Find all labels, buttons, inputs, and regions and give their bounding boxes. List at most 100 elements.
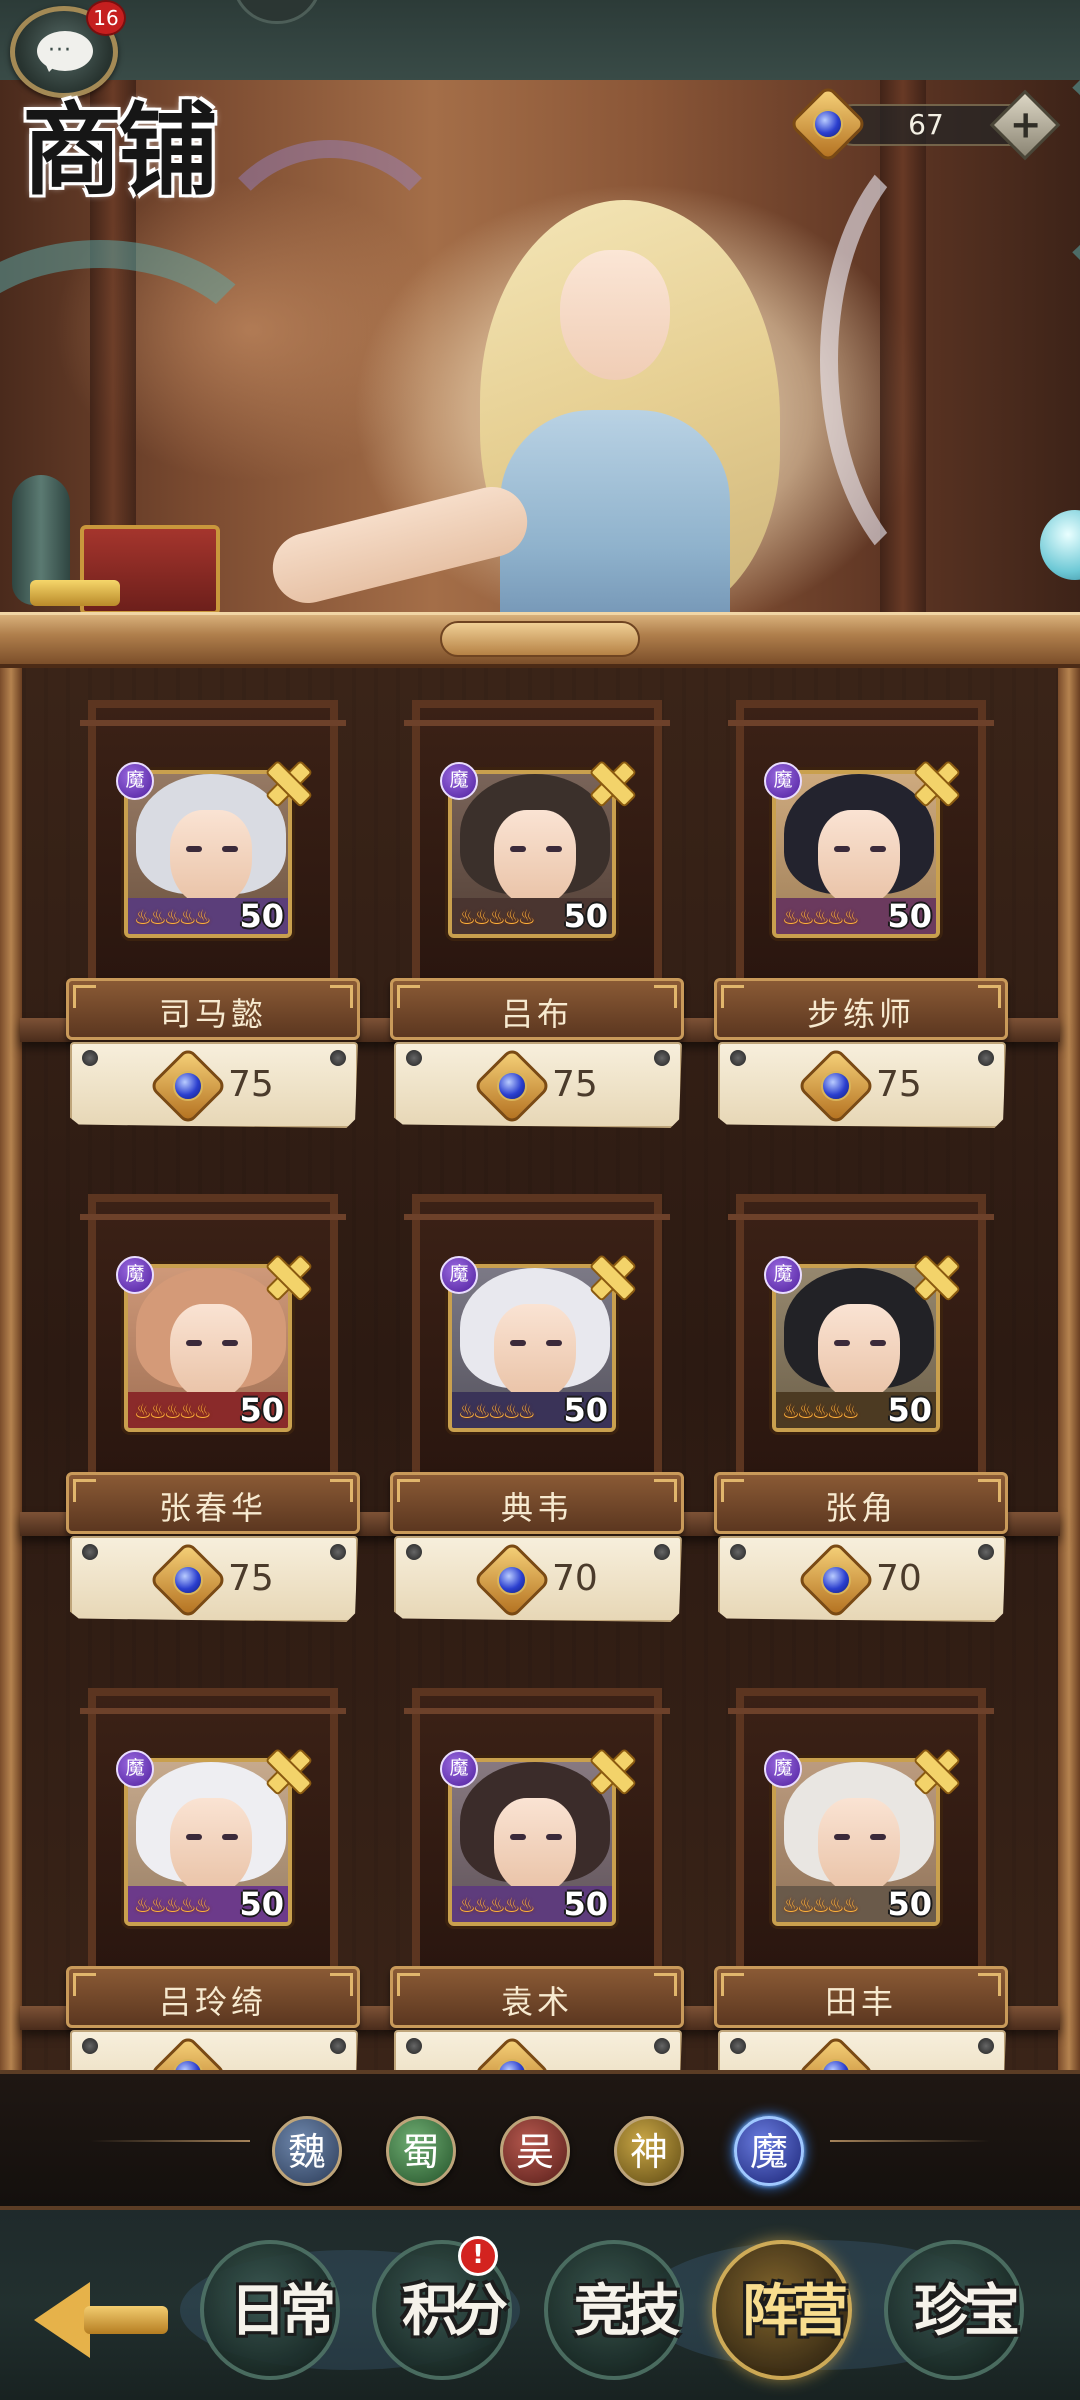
filter-divider [90, 2140, 250, 2142]
nav-tab-treasure[interactable]: 珍宝 [884, 2240, 1034, 2390]
page-title: 商铺 [22, 91, 218, 209]
portrait-eye [510, 1340, 526, 1346]
shop-item-card[interactable]: ♨♨♨♨♨ 50 魔 吕玲绮 [66, 1688, 366, 2080]
star-rating-icons: ♨♨♨♨♨ [782, 905, 860, 929]
portrait-eye [222, 1834, 238, 1840]
price-tag[interactable]: 75 [70, 1042, 358, 1128]
pin-icon [82, 1050, 98, 1066]
star-rating-icons: ♨♨♨♨♨ [134, 1399, 212, 1423]
pin-icon [654, 1544, 670, 1560]
board-header-rail [0, 612, 1080, 668]
hero-level: 50 [563, 897, 608, 935]
blue-gem-icon [788, 84, 868, 164]
shop-item-card[interactable]: ♨♨♨♨♨ 50 魔 司马懿 75 [66, 700, 366, 1130]
faction-filter-mo[interactable]: 魔 [734, 2116, 804, 2186]
shop-item-card[interactable]: ♨♨♨♨♨ 50 魔 典韦 70 [390, 1194, 690, 1624]
portrait-face [818, 1304, 900, 1400]
portrait-eye [834, 846, 850, 852]
nav-tab-points[interactable]: 积分 [372, 2240, 522, 2390]
hero-nameplate: 典韦 [390, 1472, 684, 1534]
shop-item-card[interactable]: ♨♨♨♨♨ 50 魔 张春华 75 [66, 1194, 366, 1624]
hero-name: 吕玲绮 [158, 1983, 267, 2021]
portrait-face [494, 1304, 576, 1400]
shop-item-card[interactable]: ♨♨♨♨♨ 50 魔 袁术 [390, 1688, 690, 2080]
faction-filter-shu[interactable]: 蜀 [386, 2116, 456, 2186]
hero-level: 50 [239, 1885, 284, 1923]
star-rating-icons: ♨♨♨♨♨ [782, 1399, 860, 1423]
star-rating-icons: ♨♨♨♨♨ [458, 1893, 536, 1917]
price-tag[interactable]: 70 [394, 1536, 682, 1622]
shop-item-card[interactable]: ♨♨♨♨♨ 50 魔 张角 70 [714, 1194, 1014, 1624]
portrait-eye [834, 1834, 850, 1840]
price-tag[interactable]: 70 [718, 1536, 1006, 1622]
portrait-eye [546, 846, 562, 852]
portrait-face [818, 1798, 900, 1894]
hero-level: 50 [887, 897, 932, 935]
shop-item-card[interactable]: ♨♨♨♨♨ 50 魔 吕布 75 [390, 700, 690, 1130]
hero-nameplate: 司马懿 [66, 978, 360, 1040]
faction-tag: 魔 [764, 762, 802, 800]
hero-level: 50 [239, 1391, 284, 1429]
board-crest [440, 621, 640, 657]
top-strip [0, 0, 1080, 80]
price-amount: 75 [228, 1064, 274, 1105]
pin-icon [330, 1050, 346, 1066]
star-rating-icons: ♨♨♨♨♨ [134, 1893, 212, 1917]
character-dress [500, 410, 730, 620]
hero-nameplate: 吕布 [390, 978, 684, 1040]
pin-icon [330, 2038, 346, 2054]
pin-icon [978, 1050, 994, 1066]
pin-icon [82, 1544, 98, 1560]
price-amount: 75 [228, 1558, 274, 1599]
back-arrow-shaft [84, 2306, 168, 2334]
currency-amount: 67 [908, 108, 944, 141]
price-tag[interactable]: 75 [70, 1536, 358, 1622]
faction-filter-wei[interactable]: 魏 [272, 2116, 342, 2186]
hero-nameplate: 张角 [714, 1472, 1008, 1534]
pin-icon [406, 1544, 422, 1560]
portrait-eye [546, 1834, 562, 1840]
add-currency-button[interactable]: + [989, 89, 1061, 161]
portrait-eye [870, 1834, 886, 1840]
price-tag[interactable]: 75 [394, 1042, 682, 1128]
nav-tab-faction[interactable]: 阵营 [712, 2240, 862, 2390]
blue-gem-icon [148, 1540, 228, 1620]
currency-display: 67 + [788, 84, 1061, 164]
pin-icon [730, 2038, 746, 2054]
hero-nameplate: 张春华 [66, 1472, 360, 1534]
portrait-eye [186, 846, 202, 852]
price-tag[interactable]: 75 [718, 1042, 1006, 1128]
price-amount: 75 [552, 1064, 598, 1105]
hero-level: 50 [563, 1391, 608, 1429]
chat-dots-icon: ··· [48, 38, 72, 63]
hero-nameplate: 田丰 [714, 1966, 1008, 2028]
pin-icon [730, 1050, 746, 1066]
banner-gold-ingots [30, 580, 120, 606]
faction-filter-shen[interactable]: 神 [614, 2116, 684, 2186]
star-rating-icons: ♨♨♨♨♨ [782, 1893, 860, 1917]
shop-item-card[interactable]: ♨♨♨♨♨ 50 魔 田丰 [714, 1688, 1014, 2080]
hero-nameplate: 步练师 [714, 978, 1008, 1040]
nav-tab-arena[interactable]: 竞技 [544, 2240, 694, 2390]
blue-gem-icon [796, 1540, 876, 1620]
hero-level: 50 [563, 1885, 608, 1923]
hero-name: 典韦 [500, 1489, 573, 1527]
faction-tag: 魔 [764, 1750, 802, 1788]
character-leg [265, 479, 535, 611]
faction-filter-wu[interactable]: 吴 [500, 2116, 570, 2186]
portrait-face [494, 1798, 576, 1894]
back-button[interactable] [34, 2282, 174, 2362]
shop-item-card[interactable]: ♨♨♨♨♨ 50 魔 步练师 75 [714, 700, 1014, 1130]
nav-tab-daily[interactable]: 日常 [200, 2240, 350, 2390]
faction-tag: 魔 [764, 1256, 802, 1294]
nav-tab-label: 日常 [230, 2278, 336, 2344]
blue-gem-icon [148, 1046, 228, 1126]
nav-tab-label: 竞技 [574, 2278, 680, 2344]
portrait-eye [222, 846, 238, 852]
filter-divider [830, 2140, 990, 2142]
hero-name: 司马懿 [158, 995, 267, 1033]
portrait-eye [870, 846, 886, 852]
price-amount: 70 [876, 1558, 922, 1599]
portrait-eye [186, 1834, 202, 1840]
portrait-eye [510, 1834, 526, 1840]
